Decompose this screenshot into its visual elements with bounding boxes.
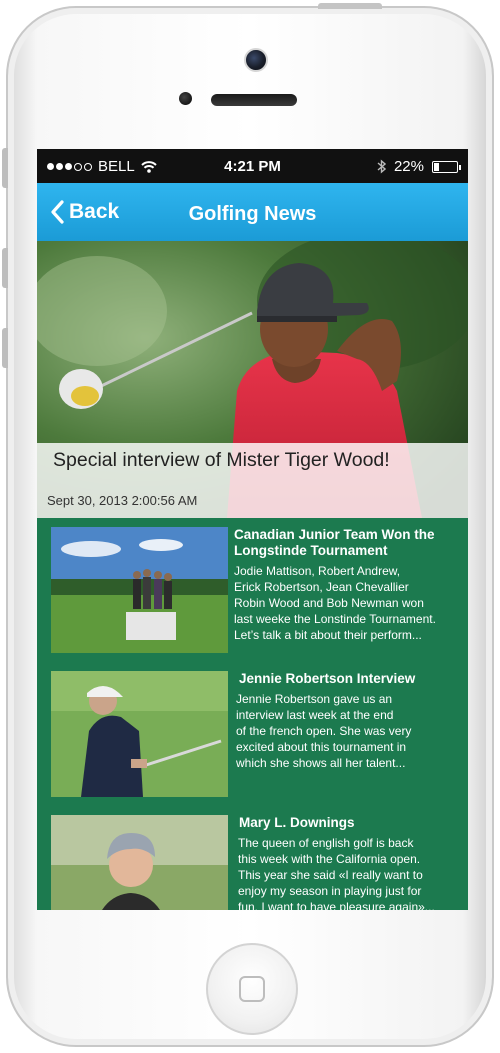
news-title-line: Mary L. Downings xyxy=(239,815,355,830)
battery-level-fill xyxy=(434,162,439,171)
news-summary: Jodie Mattison, Robert Andrew, Erick Rob… xyxy=(234,563,464,643)
news-summary: Jennie Robertson gave us an interview la… xyxy=(236,691,466,771)
news-thumbnail xyxy=(51,671,228,797)
news-summary-line: Erick Robertson, Jean Chevallier xyxy=(234,580,409,594)
home-square-icon xyxy=(239,976,265,1002)
news-summary-line: which she shows all her talent... xyxy=(236,756,406,770)
front-camera xyxy=(244,48,268,72)
page-title: Golfing News xyxy=(188,203,317,225)
battery-percent: 22% xyxy=(393,158,424,175)
power-button xyxy=(318,3,382,9)
golfer-photo xyxy=(51,671,228,797)
status-right: 22% xyxy=(377,158,461,175)
volume-up-button xyxy=(2,248,8,288)
news-item[interactable]: Canadian Junior Team Won the Longstinde … xyxy=(37,521,468,653)
news-summary-line: The queen of english golf is back xyxy=(238,836,414,850)
news-summary-line: enjoy my season in playing just for xyxy=(238,884,422,898)
news-summary-line: Robin Wood and Bob Newman won xyxy=(234,596,424,610)
navigation-bar: Back Golfing News xyxy=(37,183,468,241)
news-title: Mary L. Downings xyxy=(239,815,467,831)
news-summary-line: this week with the California open. xyxy=(238,852,421,866)
battery-icon xyxy=(432,160,461,173)
news-title-line: Longstinde Tournament xyxy=(234,543,388,558)
news-summary-line: of the french open. She was very xyxy=(236,724,412,738)
home-button[interactable] xyxy=(206,943,298,1035)
news-title: Jennie Robertson Interview xyxy=(239,671,467,687)
news-summary-line: Jodie Mattison, Robert Andrew, xyxy=(234,564,401,578)
news-item[interactable]: Mary L. Downings The queen of english go… xyxy=(37,809,468,910)
team-photo xyxy=(51,527,228,653)
volume-down-button xyxy=(2,328,8,368)
news-summary-line: Let’s talk a bit about their perform... xyxy=(234,628,422,642)
news-summary: The queen of english golf is back this w… xyxy=(238,835,468,910)
featured-article[interactable]: Special interview of Mister Tiger Wood! … xyxy=(37,241,468,518)
news-thumbnail xyxy=(51,527,228,653)
mute-switch xyxy=(2,148,8,188)
news-item[interactable]: Jennie Robertson Interview Jennie Robert… xyxy=(37,665,468,797)
news-summary-line: Jennie Robertson gave us an xyxy=(236,692,393,706)
news-thumbnail xyxy=(51,815,228,910)
earpiece-speaker xyxy=(211,94,297,106)
featured-caption: Special interview of Mister Tiger Wood! … xyxy=(37,443,468,518)
news-summary-line: fun. I want to have pleasure again»... xyxy=(238,900,435,910)
proximity-sensor xyxy=(179,92,192,105)
news-title-line: Canadian Junior Team Won the xyxy=(234,527,435,542)
news-title-line: Jennie Robertson Interview xyxy=(239,671,416,686)
news-summary-line: last weeke the Lonstinde Tournament. xyxy=(234,612,436,626)
news-summary-line: interview last week at the end xyxy=(236,708,394,722)
status-bar: BELL 4:21 PM 22% xyxy=(37,149,468,183)
featured-date: Sept 30, 2013 2:00:56 AM xyxy=(47,493,198,508)
news-title: Canadian Junior Team Won the Longstinde … xyxy=(234,527,462,559)
news-summary-line: This year she said «I really want to xyxy=(238,868,423,882)
news-summary-line: excited about this tournament in xyxy=(236,740,407,754)
phone-screen: BELL 4:21 PM 22% Back Golfing News Speci… xyxy=(37,149,468,910)
featured-title: Special interview of Mister Tiger Wood! xyxy=(53,449,390,471)
bluetooth-icon xyxy=(377,159,386,174)
golfer-portrait-photo xyxy=(51,815,228,910)
